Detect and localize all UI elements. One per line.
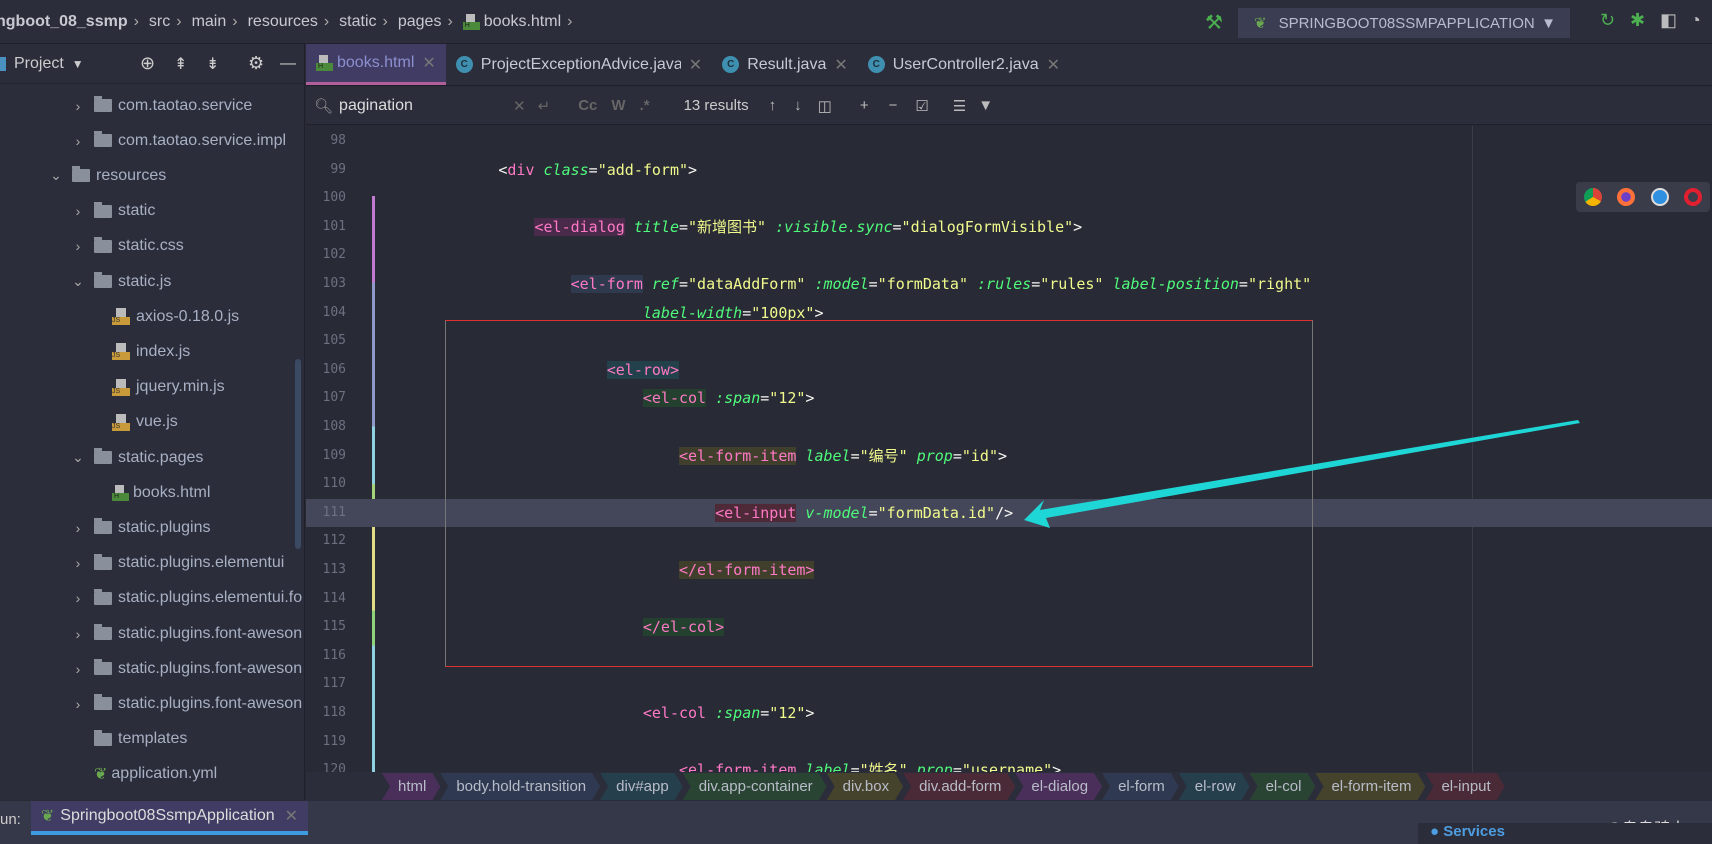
arrow-shape <box>1024 420 1580 528</box>
annotation-arrow <box>1024 420 1580 528</box>
